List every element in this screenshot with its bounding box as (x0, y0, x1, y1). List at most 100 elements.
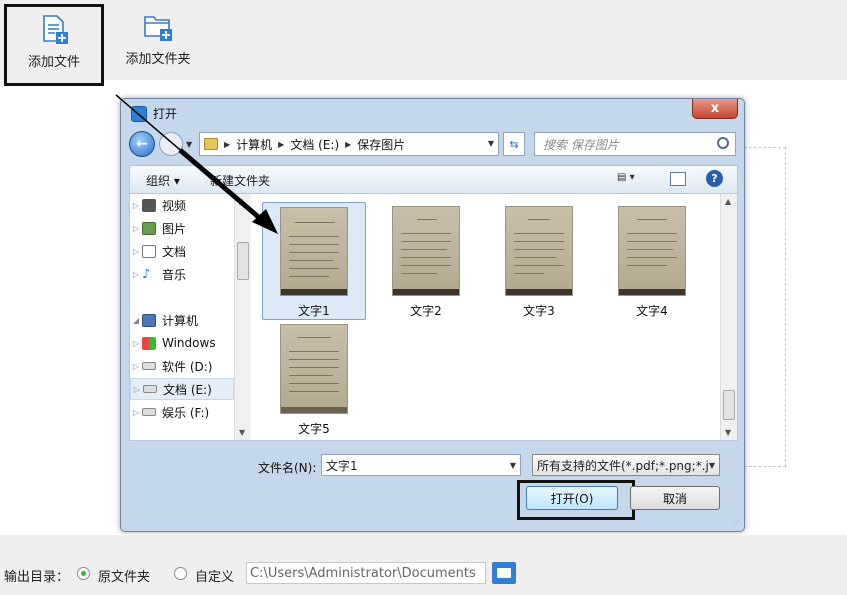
scroll-down-icon[interactable]: ▼ (725, 428, 731, 437)
file-item[interactable]: 文字5 (262, 320, 366, 438)
breadcrumb-computer[interactable]: 计算机 (236, 136, 272, 153)
scroll-up-icon[interactable]: ▲ (239, 197, 245, 206)
file-name: 文字4 (636, 304, 668, 318)
scroll-up-icon[interactable]: ▲ (725, 197, 731, 206)
nav-item-label: 图片 (162, 221, 187, 236)
file-item[interactable]: 文字4 (600, 202, 704, 320)
expand-icon[interactable]: ▷ (130, 362, 142, 371)
expand-icon[interactable]: ▷ (130, 201, 142, 210)
collapse-icon[interactable]: ◢ (130, 316, 142, 325)
file-thumbnail (618, 206, 686, 296)
output-bar: 输出目录： 原文件夹 自定义 C:\Users\Administrator\Do… (0, 535, 847, 595)
nav-item-label: 娱乐 (F:) (162, 405, 210, 420)
new-folder-button[interactable]: 新建文件夹 (210, 172, 270, 189)
music-icon: ♪ (142, 266, 151, 282)
nav-item-music[interactable]: ▷ ♪ 音乐 (130, 263, 234, 285)
chevron-down-icon[interactable]: ▼ (709, 461, 715, 470)
chevron-right-icon: ▶ (224, 139, 231, 149)
nav-item-pictures[interactable]: ▷ 图片 (130, 217, 234, 239)
history-dropdown-icon[interactable]: ▼ (186, 140, 192, 149)
filename-label: 文件名(N): (258, 461, 317, 475)
organize-menu[interactable]: 组织 ▾ (146, 172, 180, 189)
file-list-scrollbar[interactable]: ▲ ▼ (720, 194, 737, 440)
file-item[interactable]: 文字1 (262, 202, 366, 320)
expand-icon[interactable]: ▷ (130, 247, 142, 256)
refresh-button[interactable]: ⇆ (503, 132, 525, 156)
drive-icon (143, 385, 157, 393)
file-name: 文字1 (298, 304, 330, 318)
nav-item-drive-windows[interactable]: ▷ Windows (130, 332, 234, 354)
open-button[interactable]: 打开(O) (526, 486, 618, 510)
help-icon[interactable]: ? (706, 170, 723, 187)
chevron-right-icon: ▶ (345, 139, 352, 149)
radio-original-folder-label[interactable]: 原文件夹 (98, 566, 150, 585)
nav-item-videos[interactable]: ▷ 视频 (130, 194, 234, 216)
expand-icon[interactable]: ▷ (130, 224, 142, 233)
breadcrumb-saved-images[interactable]: 保存图片 (357, 136, 405, 153)
file-name: 文字3 (523, 304, 555, 318)
radio-custom[interactable] (174, 567, 187, 580)
file-name: 文字5 (298, 422, 330, 436)
filetype-select[interactable]: 所有支持的文件(*.pdf;*.png;*.j ▼ (532, 454, 720, 476)
toolbar: 添加文件 添加文件夹 (0, 0, 847, 86)
navigation-row: ← ▼ ▶ 计算机 ▶ 文档 (E:) ▶ 保存图片 ▼ ⇆ 搜索 保存图片 (129, 131, 739, 157)
radio-custom-label[interactable]: 自定义 (195, 566, 234, 585)
view-options-icon[interactable]: ▤ ▾ (617, 172, 649, 186)
radio-original-folder[interactable] (77, 567, 90, 580)
file-list: 文字1 文字2 文字3 文字4 文字5 (254, 194, 720, 440)
resize-grip-icon[interactable]: ⋰ (732, 519, 740, 528)
add-folder-label: 添加文件夹 (125, 52, 191, 67)
add-folder-button[interactable]: 添加文件夹 (110, 0, 206, 80)
scroll-down-icon[interactable]: ▼ (239, 428, 245, 437)
file-item[interactable]: 文字3 (487, 202, 591, 320)
address-bar[interactable]: ▶ 计算机 ▶ 文档 (E:) ▶ 保存图片 ▼ (199, 132, 499, 156)
windows-drive-icon (142, 336, 156, 350)
file-thumbnail (505, 206, 573, 296)
app-icon (131, 105, 147, 122)
nav-item-drive-e[interactable]: ▷ 文档 (E:) (130, 378, 234, 400)
nav-item-documents[interactable]: ▷ 文档 (130, 240, 234, 262)
nav-item-label: 文档 (162, 244, 187, 259)
nav-item-label: 音乐 (162, 267, 187, 282)
back-button[interactable]: ← (129, 131, 155, 157)
search-icon (717, 137, 729, 149)
nav-item-drive-f[interactable]: ▷ 娱乐 (F:) (130, 401, 234, 423)
preview-pane-icon[interactable] (670, 172, 686, 186)
command-bar: 组织 ▾ 新建文件夹 ▤ ▾ ? (129, 165, 738, 193)
address-dropdown-icon[interactable]: ▼ (488, 139, 494, 148)
search-placeholder: 搜索 保存图片 (543, 137, 619, 152)
document-icon (142, 244, 156, 258)
search-input[interactable]: 搜索 保存图片 (534, 132, 736, 156)
expand-icon[interactable]: ▷ (130, 408, 142, 417)
expand-icon[interactable]: ▷ (130, 270, 142, 279)
close-button[interactable]: x (692, 99, 738, 119)
breadcrumb-drive-e[interactable]: 文档 (E:) (290, 136, 339, 153)
nav-item-computer[interactable]: ◢ 计算机 (130, 309, 234, 331)
drive-icon (142, 362, 156, 370)
file-thumbnail (280, 324, 348, 414)
nav-item-label: Windows (162, 336, 216, 350)
add-file-icon (43, 15, 68, 44)
nav-item-drive-d[interactable]: ▷ 软件 (D:) (130, 355, 234, 377)
scrollbar-thumb[interactable] (237, 242, 249, 280)
add-file-button[interactable]: 添加文件 (4, 4, 104, 86)
forward-button[interactable] (159, 132, 183, 156)
scrollbar-thumb[interactable] (723, 390, 735, 420)
file-item[interactable]: 文字2 (374, 202, 478, 320)
filename-input[interactable]: 文字1 ▼ (321, 454, 521, 476)
expand-icon[interactable]: ▷ (130, 339, 142, 348)
chevron-down-icon[interactable]: ▼ (510, 461, 516, 470)
folder-icon (204, 138, 218, 150)
add-folder-icon (144, 16, 172, 41)
output-path-input[interactable]: C:\Users\Administrator\Documents (246, 562, 486, 584)
video-icon (142, 198, 156, 212)
browse-folder-button[interactable] (492, 562, 516, 584)
cancel-button[interactable]: 取消 (630, 486, 720, 510)
nav-item-label: 软件 (D:) (162, 359, 213, 374)
back-arrow-icon: ← (136, 136, 148, 152)
expand-icon[interactable]: ▷ (131, 385, 143, 394)
navigation-scrollbar[interactable]: ▲ ▼ (234, 194, 251, 440)
file-name: 文字2 (410, 304, 442, 318)
file-thumbnail (392, 206, 460, 296)
nav-item-label: 文档 (E:) (163, 382, 212, 397)
